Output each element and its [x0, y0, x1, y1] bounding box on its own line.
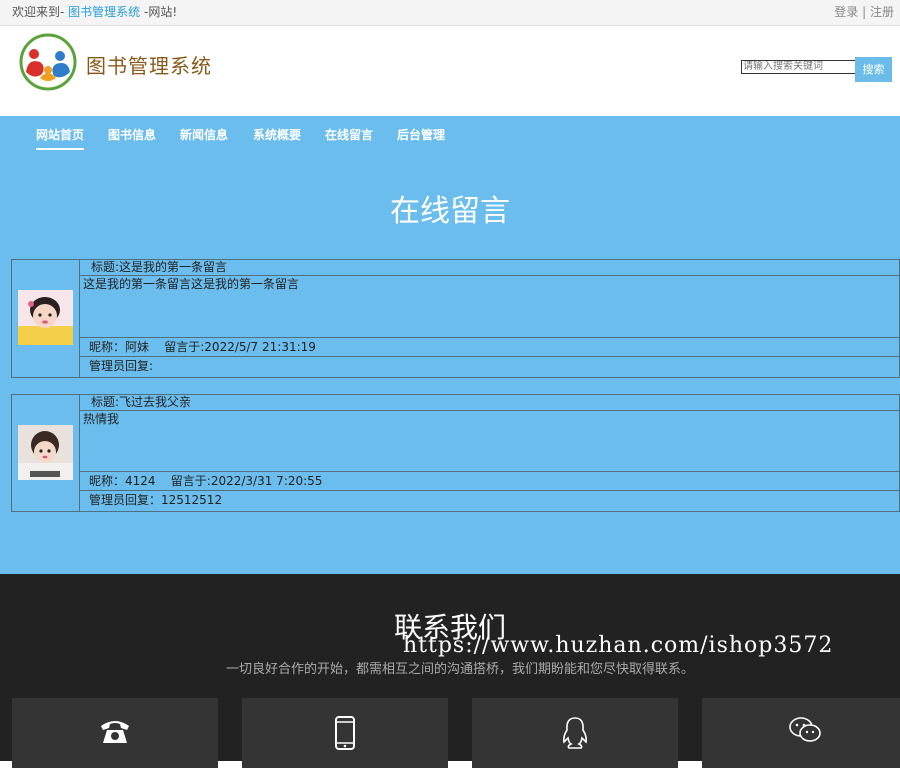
watermark-text: https://www.huzhan.com/ishop3572: [403, 633, 834, 658]
contact-card-mobile[interactable]: [242, 698, 448, 768]
message-title: 标题:飞过去我父亲: [79, 395, 899, 411]
search-button[interactable]: 搜索: [855, 57, 892, 82]
contact-card-wechat[interactable]: [702, 698, 900, 768]
auth-links: 登录 | 注册: [834, 0, 894, 26]
contact-card-phone[interactable]: [12, 698, 218, 768]
welcome-text: 欢迎来到- 图书管理系统 -网站!: [12, 0, 177, 26]
logo-icon[interactable]: [18, 32, 78, 92]
message-content: 这是我的第一条留言这是我的第一条留言: [79, 276, 899, 338]
avatar-cell: [12, 395, 80, 511]
message-card: 标题:飞过去我父亲 热情我 昵称：4124 留言于:2022/3/31 7:20…: [11, 394, 900, 512]
avatar-cell: [12, 260, 80, 377]
nav-home[interactable]: 网站首页: [36, 126, 85, 150]
footer-subtitle: 一切良好合作的开始，都需相互之间的沟通搭桥，我们期盼能和您尽快取得联系。: [225, 662, 694, 677]
nav-messages[interactable]: 在线留言: [325, 126, 373, 143]
nav-books[interactable]: 图书信息: [108, 126, 156, 143]
page-title: 在线留言: [390, 194, 510, 229]
contact-card-qq[interactable]: [472, 698, 678, 768]
nav-admin[interactable]: 后台管理: [397, 126, 445, 143]
avatar: [18, 290, 73, 345]
message-meta: 昵称：4124 留言于:2022/3/31 7:20:55: [79, 472, 899, 491]
admin-reply: 管理员回复:: [89, 359, 154, 373]
nav-overview[interactable]: 系统概要: [253, 126, 301, 143]
avatar: [18, 425, 73, 480]
welcome-prefix: 欢迎来到-: [12, 5, 69, 19]
message-card: 标题:这是我的第一条留言 这是我的第一条留言这是我的第一条留言 昵称：阿妹 留言…: [11, 259, 900, 378]
auth-separator: |: [858, 5, 870, 19]
mobile-icon: [335, 716, 355, 750]
message-title: 标题:这是我的第一条留言: [79, 260, 899, 276]
phone-icon: [101, 721, 129, 743]
site-name-link[interactable]: 图书管理系统: [68, 5, 140, 19]
top-bar: 欢迎来到- 图书管理系统 -网站! 登录 | 注册: [0, 0, 900, 26]
wechat-icon: [789, 717, 821, 742]
footer: 联系我们 一切良好合作的开始，都需相互之间的沟通搭桥，我们期盼能和您尽快取得联系…: [0, 574, 900, 768]
qq-icon: [563, 717, 587, 749]
message-meta: 昵称：阿妹 留言于:2022/5/7 21:31:19: [79, 338, 899, 357]
login-link[interactable]: 登录: [834, 5, 858, 19]
nav-news[interactable]: 新闻信息: [180, 126, 228, 143]
message-content: 热情我: [79, 411, 899, 472]
search-input[interactable]: [741, 60, 857, 74]
header: 图书管理系统 搜索: [0, 26, 900, 116]
logo-text[interactable]: 图书管理系统: [86, 50, 212, 79]
content-section: 网站首页 图书信息 新闻信息 系统概要 在线留言 后台管理 在线留言 标题:这是…: [0, 116, 900, 574]
admin-reply: 管理员回复：12512512: [89, 493, 223, 507]
register-link[interactable]: 注册: [870, 5, 894, 19]
welcome-suffix: -网站!: [140, 5, 178, 19]
